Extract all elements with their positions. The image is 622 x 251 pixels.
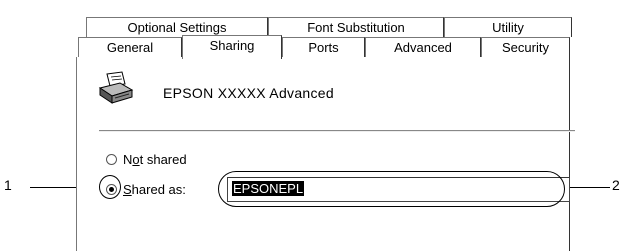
callout-oval-input — [218, 171, 565, 207]
shared-as-label: Shared as: — [123, 182, 186, 197]
tab-sharing[interactable]: Sharing — [182, 35, 282, 59]
not-shared-label: Not shared — [123, 152, 187, 167]
callout-oval-radio — [99, 175, 121, 199]
tab-general[interactable]: General — [78, 37, 182, 57]
printer-properties-dialog: Optional Settings Font Substitution Util… — [76, 0, 580, 251]
printer-name: EPSON XXXXX Advanced — [163, 85, 334, 101]
tab-security[interactable]: Security — [481, 37, 570, 57]
tab-ports-label: Ports — [308, 40, 339, 55]
tab-font-substitution-label: Font Substitution — [307, 20, 405, 35]
tab-security-label: Security — [502, 40, 549, 55]
tab-advanced-label: Advanced — [394, 40, 452, 55]
not-shared-option[interactable]: Not shared — [106, 152, 187, 167]
callout-number-1: 1 — [4, 177, 12, 193]
tab-optional-settings-label: Optional Settings — [127, 20, 227, 35]
tab-utility-label: Utility — [492, 20, 524, 35]
tab-font-substitution[interactable]: Font Substitution — [268, 17, 444, 37]
tab-advanced[interactable]: Advanced — [365, 37, 481, 57]
callout-number-2: 2 — [612, 177, 620, 193]
separator-line — [99, 130, 575, 132]
printer-icon — [98, 71, 134, 104]
tab-sharing-label: Sharing — [209, 38, 255, 53]
tab-general-label: General — [106, 40, 154, 55]
tab-utility[interactable]: Utility — [444, 17, 572, 37]
tab-ports[interactable]: Ports — [282, 37, 365, 57]
not-shared-radio[interactable] — [106, 154, 117, 165]
tab-optional-settings[interactable]: Optional Settings — [86, 17, 268, 37]
